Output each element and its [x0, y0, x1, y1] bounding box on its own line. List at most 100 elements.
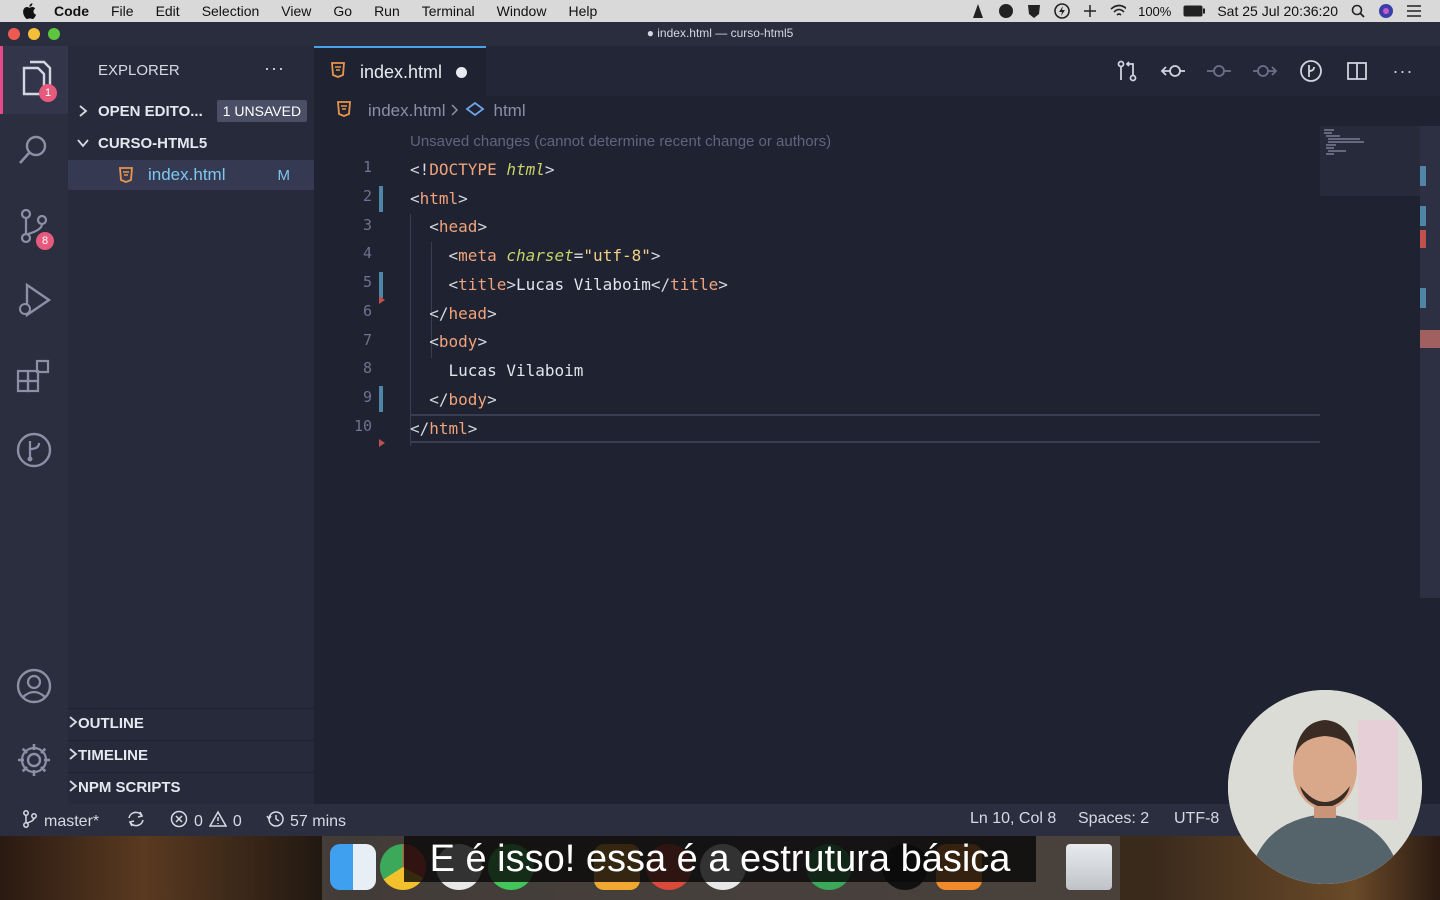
menu-view[interactable]: View	[281, 3, 311, 19]
deleted-line-marker	[379, 439, 385, 447]
npm-scripts-label: NPM SCRIPTS	[78, 779, 181, 796]
open-editors-section[interactable]: OPEN EDITO... 1 UNSAVED	[68, 96, 314, 126]
finder-icon[interactable]	[330, 844, 376, 890]
apple-icon[interactable]	[20, 2, 38, 20]
menu-file[interactable]: File	[111, 3, 134, 19]
encoding-setting[interactable]: UTF-8	[1174, 810, 1219, 828]
git-graph-activity[interactable]	[0, 418, 68, 486]
window-title: ● index.html — curso-html5	[646, 26, 794, 40]
menu-app-name[interactable]: Code	[54, 3, 89, 19]
accounts-activity[interactable]	[0, 654, 68, 722]
extensions-activity[interactable]	[0, 344, 68, 412]
folder-section[interactable]: CURSO-HTML5	[68, 128, 314, 158]
menu-window[interactable]: Window	[497, 3, 547, 19]
commit-icon[interactable]	[1206, 58, 1232, 84]
run-debug-activity[interactable]	[0, 268, 68, 336]
html5-file-icon	[336, 100, 352, 122]
extensions-icon	[15, 357, 53, 400]
trash-icon[interactable]	[1066, 844, 1112, 890]
code-editor[interactable]: Unsaved changes (cannot determine recent…	[314, 126, 1440, 804]
warning-icon	[208, 810, 228, 833]
siri-icon[interactable]	[1378, 3, 1394, 19]
battery-icon[interactable]	[1183, 3, 1206, 19]
chevron-right-icon	[68, 715, 78, 733]
chevron-right-icon	[68, 104, 98, 118]
indentation-setting[interactable]: Spaces: 2	[1078, 810, 1149, 828]
line-number: 9	[362, 388, 372, 406]
code-line: <meta charset="utf-8">	[448, 246, 661, 265]
chevron-right-icon	[68, 747, 78, 765]
explorer-activity[interactable]: 1	[0, 46, 68, 114]
next-change-icon[interactable]	[1252, 58, 1278, 84]
menubar-datetime[interactable]: Sat 25 Jul 20:36:20	[1217, 3, 1338, 19]
breadcrumb-file[interactable]: index.html	[368, 101, 445, 121]
menu-help[interactable]: Help	[568, 3, 597, 19]
run-debug-icon	[15, 281, 53, 324]
line-number: 8	[362, 359, 372, 377]
line-number: 4	[362, 244, 372, 262]
explorer-more-actions-button[interactable]: ···	[264, 58, 285, 79]
move-icon[interactable]	[1082, 3, 1098, 19]
app-status-icon[interactable]	[998, 3, 1014, 19]
problems-status[interactable]: 0 0	[170, 810, 242, 833]
line-number: 5	[362, 273, 372, 291]
cursor-position[interactable]: Ln 10, Col 8	[970, 810, 1056, 828]
modified-line-marker	[379, 186, 383, 212]
outline-section[interactable]: OUTLINE	[68, 708, 314, 738]
explorer-sidebar: EXPLORER ··· OPEN EDITO... 1 UNSAVED CUR…	[68, 46, 314, 804]
timeline-section[interactable]: TIMELINE	[68, 740, 314, 770]
editor-more-actions-button[interactable]: ···	[1390, 58, 1416, 84]
git-status-badge: M	[277, 166, 291, 184]
split-editor-icon[interactable]	[1344, 58, 1370, 84]
deleted-line-marker	[379, 296, 385, 304]
breadcrumb-symbol[interactable]: html	[493, 101, 525, 121]
menu-go[interactable]: Go	[333, 3, 352, 19]
line-number: 6	[362, 302, 372, 320]
search-activity[interactable]	[0, 118, 68, 186]
file-name: index.html	[148, 165, 226, 184]
chevron-down-icon	[68, 138, 98, 148]
git-graph-icon	[15, 431, 53, 474]
code-line: </body>	[429, 390, 497, 409]
window-title-bar: ● index.html — curso-html5	[0, 22, 1440, 46]
spotlight-search-icon[interactable]	[1350, 3, 1366, 19]
time-tracker-status[interactable]: 57 mins	[266, 810, 346, 833]
sync-button[interactable]	[126, 810, 146, 833]
html5-file-icon	[118, 167, 134, 183]
symbol-element-icon	[465, 101, 485, 122]
menu-terminal[interactable]: Terminal	[422, 3, 475, 19]
code-line: <head>	[429, 217, 488, 236]
menu-selection[interactable]: Selection	[202, 3, 260, 19]
explorer-title: EXPLORER	[98, 62, 180, 79]
tab-index-html[interactable]: index.html	[314, 46, 486, 96]
search-icon	[16, 132, 52, 173]
npm-scripts-section[interactable]: NPM SCRIPTS	[68, 772, 314, 802]
vlc-icon[interactable]	[970, 3, 986, 19]
code-line: </head>	[429, 304, 497, 323]
open-changes-icon[interactable]	[1114, 58, 1140, 84]
unsaved-dot-icon[interactable]	[456, 67, 467, 78]
editor-tab-bar: index.html ···	[314, 46, 1440, 96]
battery-percentage: 100%	[1138, 3, 1172, 19]
menu-run[interactable]: Run	[374, 3, 400, 19]
notification-center-icon[interactable]	[1406, 3, 1422, 19]
macos-menu-bar: Code File Edit Selection View Go Run Ter…	[0, 0, 1440, 22]
toggle-blame-icon[interactable]	[1298, 58, 1324, 84]
code-line: <html>	[410, 189, 468, 208]
menu-edit[interactable]: Edit	[156, 3, 180, 19]
line-number: 3	[362, 216, 372, 234]
manage-activity[interactable]	[0, 728, 68, 796]
chevron-right-icon	[451, 101, 459, 121]
file-tree-item-index-html[interactable]: index.html M	[68, 160, 314, 190]
bolt-icon[interactable]	[1054, 3, 1070, 19]
minimap[interactable]	[1320, 126, 1426, 196]
branch-status[interactable]: master*	[22, 810, 99, 833]
editor-scrollbar[interactable]	[1420, 126, 1440, 598]
source-control-activity[interactable]: 8	[0, 194, 68, 262]
activity-bar: 1 8	[0, 46, 68, 804]
shield-icon[interactable]	[1026, 3, 1042, 19]
previous-change-icon[interactable]	[1160, 58, 1186, 84]
code-line: <!DOCTYPE html>	[410, 160, 555, 179]
line-number: 7	[362, 331, 372, 349]
wifi-icon[interactable]	[1110, 3, 1127, 19]
